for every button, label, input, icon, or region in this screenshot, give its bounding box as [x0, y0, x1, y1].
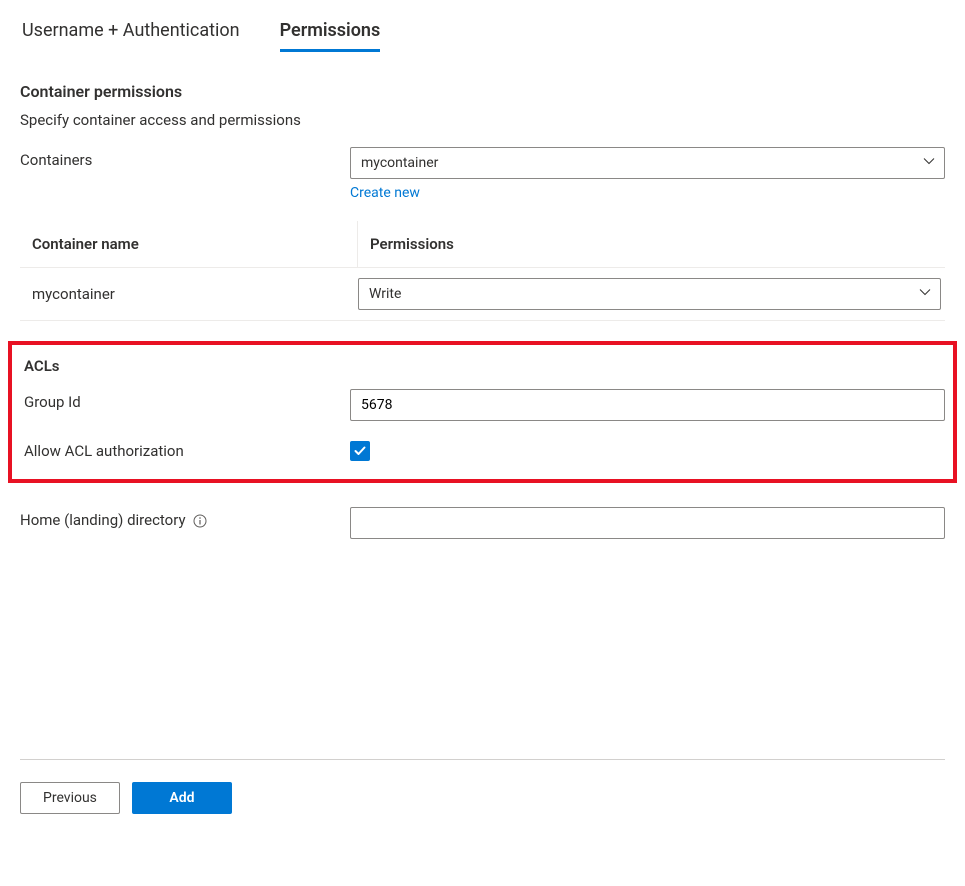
containers-table: Container name Permissions mycontainer W… [20, 221, 945, 321]
table-header-permissions: Permissions [358, 221, 945, 267]
permission-select[interactable]: Write [358, 278, 941, 310]
info-icon[interactable] [193, 514, 207, 528]
home-directory-label: Home (landing) directory [20, 507, 350, 529]
acls-title: ACLs [20, 357, 945, 375]
tab-permissions[interactable]: Permissions [280, 20, 381, 52]
containers-label: Containers [20, 147, 350, 169]
home-directory-label-text: Home (landing) directory [20, 511, 186, 529]
group-id-input[interactable] [350, 389, 945, 421]
allow-acl-label: Allow ACL authorization [20, 442, 350, 460]
acls-highlight-box: ACLs Group Id Allow ACL authorization [8, 341, 957, 483]
allow-acl-checkbox[interactable] [350, 441, 370, 461]
footer-actions: Previous Add [20, 759, 945, 814]
container-permissions-subtitle: Specify container access and permissions [20, 111, 945, 129]
group-id-label: Group Id [20, 389, 350, 411]
table-header: Container name Permissions [20, 221, 945, 268]
containers-select[interactable]: mycontainer [350, 147, 945, 179]
table-row: mycontainer Write [20, 268, 945, 321]
table-cell-container-name: mycontainer [20, 285, 358, 303]
table-header-name: Container name [20, 221, 358, 267]
home-directory-input[interactable] [350, 507, 945, 539]
add-button[interactable]: Add [132, 782, 232, 814]
tab-username-authentication[interactable]: Username + Authentication [22, 20, 240, 52]
tab-bar: Username + Authentication Permissions [20, 20, 945, 52]
container-permissions-title: Container permissions [20, 82, 945, 101]
permission-select-value: Write [369, 286, 401, 302]
containers-select-value: mycontainer [361, 155, 438, 171]
check-icon [353, 444, 367, 458]
previous-button[interactable]: Previous [20, 782, 120, 814]
create-new-link[interactable]: Create new [350, 185, 420, 201]
